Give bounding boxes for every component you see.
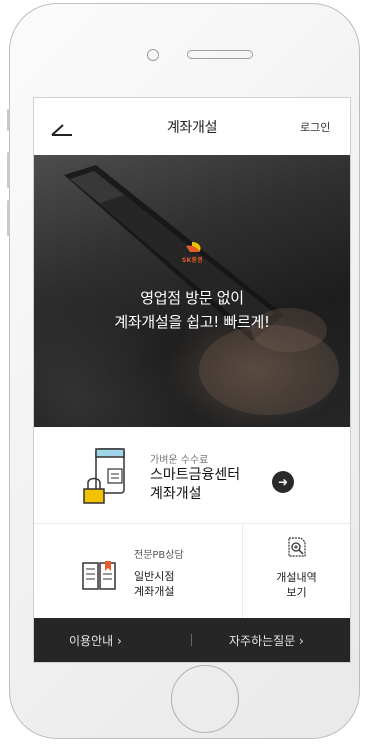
front-camera — [147, 49, 159, 61]
hero-banner: SK증권 영업점 방문 없이 계좌개설을 쉽고! 빠르게! — [34, 155, 350, 427]
faq-link[interactable]: 자주하는질문 › — [229, 632, 304, 649]
pb-title-line-2: 계좌개설 — [134, 585, 175, 598]
pb-title-line-1: 일반시점 — [134, 570, 175, 583]
search-document-icon — [288, 537, 306, 557]
guide-link[interactable]: 이용안내 › — [69, 632, 122, 649]
hero-headline-1: 영업점 방문 없이 — [140, 289, 244, 307]
app-screen: 계좌개설 로그인 SK증권 영업점 방문 없이 계좌개설을 쉽고! 빠르게! 가… — [33, 97, 351, 663]
pb-consult-account-open[interactable]: 전문PB상담 일반시점 계좌개설 — [34, 524, 243, 618]
arrow-right-icon[interactable]: ➜ — [272, 471, 294, 493]
brand-text: SK증권 — [182, 257, 203, 264]
earpiece-speaker — [187, 50, 253, 59]
side-button-volume-down — [7, 200, 10, 236]
smart-center-sub-label: 가벼운 수수료 — [150, 455, 209, 466]
home-button[interactable] — [171, 665, 239, 733]
side-button-mute — [7, 109, 10, 131]
smart-center-account-open[interactable]: 가벼운 수수료 스마트금융센터 계좌개설 ➜ — [34, 427, 350, 524]
login-link[interactable]: 로그인 — [300, 119, 350, 135]
smart-center-title-2: 계좌개설 — [150, 486, 202, 502]
app-header: 계좌개설 로그인 — [34, 98, 350, 156]
mobile-lock-icon — [83, 448, 125, 504]
hero-headline-2: 계좌개설을 쉽고! 빠르게! — [114, 313, 270, 331]
bottom-link-bar: 이용안내 › 자주하는질문 › — [34, 618, 350, 662]
history-label-line-1: 개설내역 — [276, 571, 317, 584]
smart-center-title: 스마트금융센터 — [150, 467, 241, 483]
open-history-button[interactable]: 개설내역 보기 — [243, 524, 350, 618]
side-button-volume-up — [7, 152, 10, 188]
book-icon — [82, 561, 116, 590]
footer-divider — [191, 634, 192, 646]
history-label-line-2: 보기 — [286, 586, 307, 599]
pb-sub-label: 전문PB상담 — [134, 550, 184, 561]
